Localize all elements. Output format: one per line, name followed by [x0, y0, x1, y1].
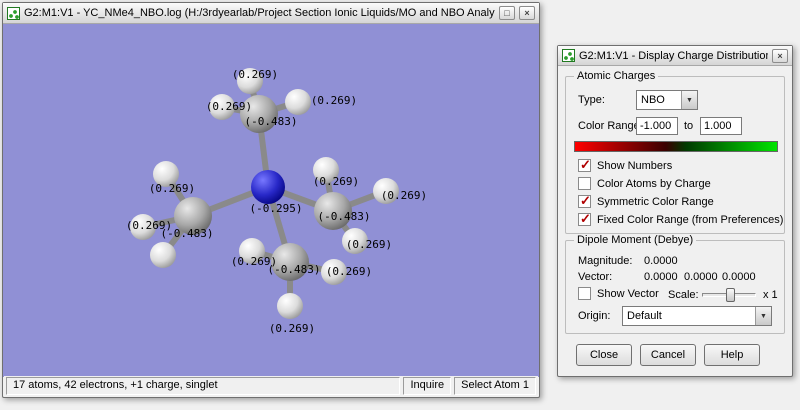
show-vector-checkbox[interactable]	[578, 287, 591, 300]
chevron-down-icon: ▼	[755, 307, 771, 325]
help-button[interactable]: Help	[704, 344, 760, 366]
color-atoms-row: Color Atoms by Charge	[578, 177, 711, 190]
charge-distribution-dialog: G2:M1:V1 - Display Charge Distribution ×…	[557, 45, 793, 377]
status-bar: 17 atoms, 42 electrons, +1 charge, singl…	[4, 376, 538, 396]
fixed-color-range-label: Fixed Color Range (from Preferences)	[597, 214, 783, 226]
show-vector-label: Show Vector	[597, 288, 659, 300]
color-range-min-input[interactable]	[636, 117, 678, 135]
fixed-range-row: Fixed Color Range (from Preferences)	[578, 213, 783, 226]
origin-label: Origin:	[578, 310, 610, 322]
desktop: { "icons": { "maximize": "□", "close": "…	[0, 0, 800, 410]
type-select[interactable]: NBO ▼	[636, 90, 698, 110]
atom-H[interactable]	[285, 89, 311, 115]
charge-label: (-0.483)	[318, 210, 371, 223]
atom-H[interactable]	[150, 242, 176, 268]
magnitude-value: 0.0000	[644, 255, 678, 267]
magnitude-label: Magnitude:	[578, 255, 632, 267]
origin-select-value: Default	[623, 310, 755, 322]
app-icon	[562, 49, 575, 62]
charge-label: (0.269)	[206, 100, 252, 113]
charge-label: (0.269)	[269, 322, 315, 335]
show-numbers-row: Show Numbers	[578, 159, 672, 172]
charge-label: (0.269)	[326, 265, 372, 278]
app-icon	[7, 7, 20, 20]
color-range-max-input[interactable]	[700, 117, 742, 135]
show-vector-row: Show Vector	[578, 287, 659, 300]
vector-x-value: 0.0000	[644, 271, 678, 283]
charge-label: (0.269)	[149, 182, 195, 195]
type-select-value: NBO	[637, 94, 681, 106]
charge-label: (0.269)	[346, 238, 392, 251]
charge-label: (0.269)	[232, 68, 278, 81]
dialog-body: Atomic Charges Type: NBO ▼ Color Range: …	[558, 66, 792, 376]
status-molecule-info: 17 atoms, 42 electrons, +1 charge, singl…	[6, 377, 400, 395]
symmetric-range-row: Symmetric Color Range	[578, 195, 714, 208]
atom-H[interactable]	[277, 293, 303, 319]
dialog-titlebar[interactable]: G2:M1:V1 - Display Charge Distribution ×	[558, 46, 792, 66]
color-range-to-label: to	[684, 120, 693, 132]
atomic-charges-group: Atomic Charges Type: NBO ▼ Color Range: …	[565, 76, 785, 234]
symmetric-color-range-label: Symmetric Color Range	[597, 196, 714, 208]
fixed-color-range-checkbox[interactable]	[578, 213, 591, 226]
scale-label: Scale:	[668, 289, 699, 301]
model-window-titlebar[interactable]: G2:M1:V1 - YC_NMe4_NBO.log (H:/3rdyearla…	[3, 3, 539, 24]
scale-suffix: x 1	[763, 289, 778, 301]
maximize-icon[interactable]: □	[499, 6, 515, 20]
dipole-moment-group: Dipole Moment (Debye) Magnitude: 0.0000 …	[565, 240, 785, 334]
status-mode: Inquire	[403, 377, 451, 395]
vector-z-value: 0.0000	[722, 271, 756, 283]
charge-label: (0.269)	[381, 189, 427, 202]
charge-color-gradient	[574, 141, 778, 152]
chevron-down-icon: ▼	[681, 91, 697, 109]
charge-label: (-0.295)	[250, 202, 303, 215]
color-atoms-by-charge-label: Color Atoms by Charge	[597, 178, 711, 190]
charge-label: (-0.483)	[268, 263, 321, 276]
symmetric-color-range-checkbox[interactable]	[578, 195, 591, 208]
dialog-title: G2:M1:V1 - Display Charge Distribution	[579, 50, 768, 62]
molecule-viewport[interactable]: (0.269) (0.269) (0.269) (-0.483) (0.269) (0.2…	[3, 24, 539, 377]
vector-y-value: 0.0000	[684, 271, 718, 283]
model-window-title: G2:M1:V1 - YC_NMe4_NBO.log (H:/3rdyearla…	[24, 7, 495, 19]
status-selection: Select Atom 1	[454, 377, 536, 395]
close-icon[interactable]: ×	[772, 49, 788, 63]
dipole-moment-group-label: Dipole Moment (Debye)	[574, 234, 696, 246]
color-atoms-by-charge-checkbox[interactable]	[578, 177, 591, 190]
scale-slider[interactable]	[702, 287, 756, 303]
atomic-charges-group-label: Atomic Charges	[574, 70, 658, 82]
show-numbers-checkbox[interactable]	[578, 159, 591, 172]
slider-thumb[interactable]	[726, 288, 735, 302]
close-button[interactable]: Close	[576, 344, 632, 366]
atom-N[interactable]	[251, 170, 285, 204]
color-range-label: Color Range:	[578, 120, 643, 132]
show-numbers-label: Show Numbers	[597, 160, 672, 172]
charge-label: (-0.483)	[245, 115, 298, 128]
charge-label: (0.269)	[313, 175, 359, 188]
origin-select[interactable]: Default ▼	[622, 306, 772, 326]
cancel-button[interactable]: Cancel	[640, 344, 696, 366]
model-window: G2:M1:V1 - YC_NMe4_NBO.log (H:/3rdyearla…	[2, 2, 540, 398]
charge-label: (-0.483)	[161, 227, 214, 240]
charge-label: (0.269)	[311, 94, 357, 107]
type-label: Type:	[578, 94, 605, 106]
close-icon[interactable]: ×	[519, 6, 535, 20]
vector-label: Vector:	[578, 271, 612, 283]
